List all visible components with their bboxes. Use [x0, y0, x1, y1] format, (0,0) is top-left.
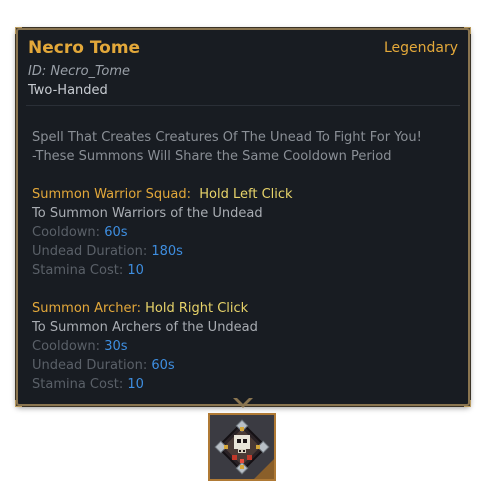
header-divider — [26, 105, 460, 106]
item-id: ID: Necro_Tome — [28, 64, 130, 79]
item-name: Necro Tome — [28, 38, 141, 58]
stat-label: Stamina Cost: — [32, 263, 124, 278]
item-tooltip: Necro Tome Legendary ID: Necro_Tome Two-… — [15, 27, 471, 407]
ability-name: Summon Archer: — [32, 301, 141, 316]
item-type: Two-Handed — [28, 83, 108, 98]
stat-label: Undead Duration: — [32, 358, 148, 373]
stat-value: 180s — [151, 244, 183, 259]
ability-stat: Stamina Cost: 10 — [32, 377, 144, 392]
ability-stat: Undead Duration: 60s — [32, 358, 175, 373]
ability-stat: Undead Duration: 180s — [32, 244, 183, 259]
tooltip-pointer-inner — [236, 397, 250, 404]
ability-stat: Cooldown: 30s — [32, 339, 128, 354]
necro-tome-book-icon — [210, 415, 274, 479]
stat-label: Cooldown: — [32, 225, 101, 240]
tooltip-corner-ornament — [464, 400, 471, 407]
ability-input: Hold Right Click — [145, 301, 249, 316]
ability-header: Summon Archer: Hold Right Click — [32, 301, 248, 316]
ability-effect: To Summon Warriors of the Undead — [32, 206, 263, 221]
ability-effect: To Summon Archers of the Undead — [32, 320, 258, 335]
stat-value: 10 — [127, 377, 144, 392]
ability-stat: Cooldown: 60s — [32, 225, 128, 240]
ability-stat: Stamina Cost: 10 — [32, 263, 144, 278]
ability-header: Summon Warrior Squad: Hold Left Click — [32, 187, 293, 202]
tooltip-corner-ornament — [15, 27, 22, 34]
ability-input: Hold Left Click — [199, 187, 293, 202]
stat-label: Undead Duration: — [32, 244, 148, 259]
item-rarity: Legendary — [383, 40, 458, 56]
stat-label: Stamina Cost: — [32, 377, 124, 392]
description-line: Spell That Creates Creatures Of The Unea… — [32, 130, 422, 145]
stat-value: 60s — [104, 225, 128, 240]
description-line: -These Summons Will Share the Same Coold… — [32, 149, 392, 164]
tooltip-corner-ornament — [15, 400, 22, 407]
stat-label: Cooldown: — [32, 339, 101, 354]
stat-value: 30s — [104, 339, 128, 354]
stat-value: 60s — [151, 358, 175, 373]
item-slot[interactable] — [208, 413, 276, 481]
tooltip-corner-ornament — [464, 27, 471, 34]
ability-name: Summon Warrior Squad: — [32, 187, 191, 202]
stat-value: 10 — [127, 263, 144, 278]
